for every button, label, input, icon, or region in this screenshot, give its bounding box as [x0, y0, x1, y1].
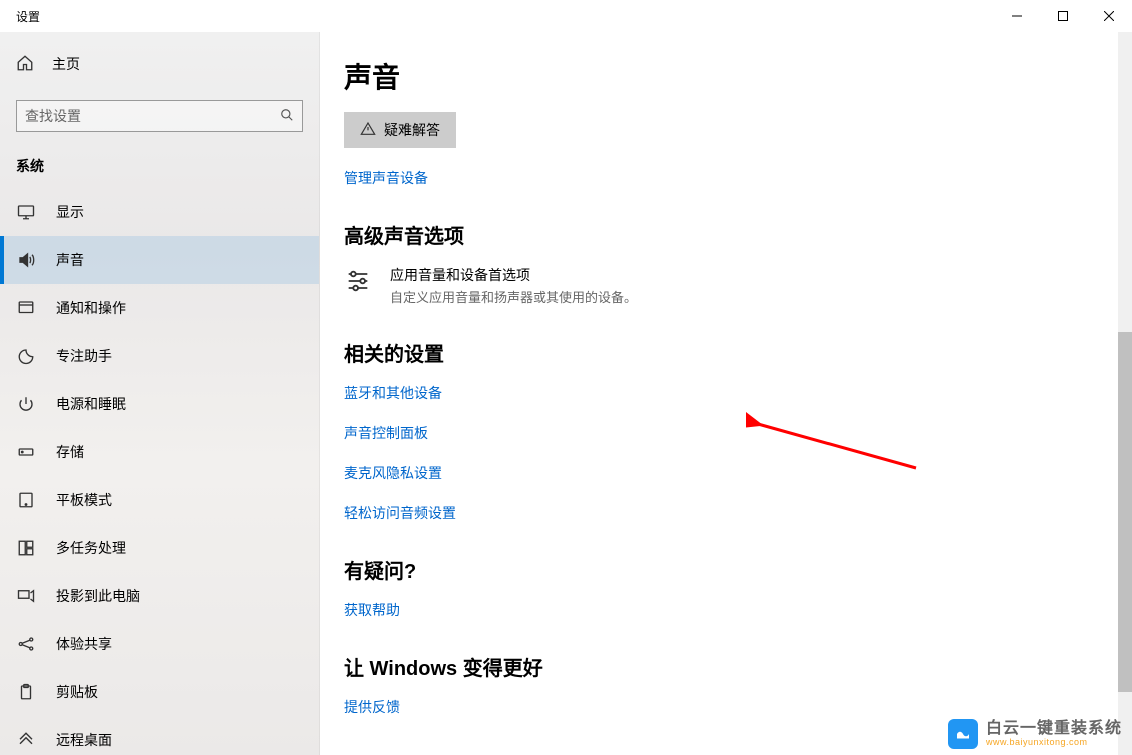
get-help-link[interactable]: 获取帮助: [344, 600, 1092, 620]
warning-icon: [360, 121, 376, 140]
sidebar-item-label: 体验共享: [56, 634, 112, 654]
window-title: 设置: [16, 8, 40, 25]
sidebar-item-label: 显示: [56, 202, 84, 222]
remote-icon: [16, 731, 36, 749]
sidebar-home[interactable]: 主页: [0, 40, 319, 88]
sidebar-item-display[interactable]: 显示: [0, 188, 319, 236]
sidebar-item-clipboard[interactable]: 剪贴板: [0, 668, 319, 716]
watermark-main: 白云一键重装系统: [986, 720, 1122, 738]
advanced-heading: 高级声音选项: [344, 220, 1092, 249]
sidebar-item-label: 通知和操作: [56, 298, 126, 318]
sidebar-item-label: 多任务处理: [56, 538, 126, 558]
ease-audio-link[interactable]: 轻松访问音频设置: [344, 503, 1092, 523]
focus-icon: [16, 347, 36, 365]
minimize-button[interactable]: [994, 0, 1040, 32]
sidebar-item-notifications[interactable]: 通知和操作: [0, 284, 319, 332]
sidebar: 主页 系统 显示 声音 通知和操作 专注助手 电源和睡眠: [0, 32, 320, 755]
questions-heading: 有疑问?: [344, 555, 1092, 584]
sound-icon: [16, 251, 36, 269]
search-input[interactable]: [25, 108, 280, 124]
sidebar-item-storage[interactable]: 存储: [0, 428, 319, 476]
home-icon: [16, 54, 36, 75]
sidebar-item-label: 剪贴板: [56, 682, 98, 702]
sidebar-item-label: 专注助手: [56, 346, 112, 366]
window-controls: [994, 0, 1132, 32]
sidebar-category: 系统: [0, 148, 319, 188]
sidebar-item-label: 投影到此电脑: [56, 586, 140, 606]
tablet-icon: [16, 491, 36, 509]
sidebar-item-power[interactable]: 电源和睡眠: [0, 380, 319, 428]
power-icon: [16, 395, 36, 413]
watermark-sub: www.baiyunxitong.com: [986, 738, 1122, 748]
main-content: 声音 疑难解答 管理声音设备 高级声音选项 应用音量和设备首选项 自定义应用音量…: [320, 32, 1132, 755]
close-button[interactable]: [1086, 0, 1132, 32]
watermark-logo-icon: [948, 719, 978, 749]
sidebar-item-shared[interactable]: 体验共享: [0, 620, 319, 668]
watermark: 白云一键重装系统 www.baiyunxitong.com: [948, 719, 1122, 749]
titlebar: 设置: [0, 0, 1132, 32]
sidebar-item-label: 声音: [56, 250, 84, 270]
improve-heading: 让 Windows 变得更好: [344, 652, 1092, 681]
display-icon: [16, 203, 36, 221]
feedback-link[interactable]: 提供反馈: [344, 697, 1092, 717]
watermark-text: 白云一键重装系统 www.baiyunxitong.com: [986, 720, 1122, 747]
sidebar-item-sound[interactable]: 声音: [0, 236, 319, 284]
scrollbar-track[interactable]: [1118, 32, 1132, 755]
multitask-icon: [16, 539, 36, 557]
notifications-icon: [16, 299, 36, 317]
shared-icon: [16, 635, 36, 653]
sidebar-item-label: 存储: [56, 442, 84, 462]
sidebar-item-label: 平板模式: [56, 490, 112, 510]
maximize-button[interactable]: [1040, 0, 1086, 32]
sliders-icon: [344, 267, 376, 298]
option-text: 应用音量和设备首选项 自定义应用音量和扬声器或其使用的设备。: [390, 265, 637, 306]
scrollbar-thumb[interactable]: [1118, 332, 1132, 692]
sidebar-item-remote[interactable]: 远程桌面: [0, 716, 319, 755]
sidebar-home-label: 主页: [52, 54, 80, 74]
manage-sound-devices-link[interactable]: 管理声音设备: [344, 168, 1092, 188]
troubleshoot-button[interactable]: 疑难解答: [344, 112, 456, 148]
app-volume-option[interactable]: 应用音量和设备首选项 自定义应用音量和扬声器或其使用的设备。: [344, 265, 1092, 306]
storage-icon: [16, 443, 36, 461]
related-heading: 相关的设置: [344, 338, 1092, 367]
sidebar-item-project[interactable]: 投影到此电脑: [0, 572, 319, 620]
sound-control-panel-link[interactable]: 声音控制面板: [344, 423, 1092, 443]
app-volume-title: 应用音量和设备首选项: [390, 265, 637, 285]
sidebar-item-label: 电源和睡眠: [56, 394, 126, 414]
sidebar-item-label: 远程桌面: [56, 730, 112, 750]
related-links: 蓝牙和其他设备 声音控制面板 麦克风隐私设置 轻松访问音频设置: [344, 383, 1092, 523]
sidebar-item-focus[interactable]: 专注助手: [0, 332, 319, 380]
bluetooth-link[interactable]: 蓝牙和其他设备: [344, 383, 1092, 403]
minimize-icon: [1012, 11, 1022, 21]
search-box[interactable]: [16, 100, 303, 132]
app-volume-desc: 自定义应用音量和扬声器或其使用的设备。: [390, 287, 637, 306]
mic-privacy-link[interactable]: 麦克风隐私设置: [344, 463, 1092, 483]
close-icon: [1104, 11, 1114, 21]
maximize-icon: [1058, 11, 1068, 21]
clipboard-icon: [16, 683, 36, 701]
troubleshoot-label: 疑难解答: [384, 120, 440, 140]
sidebar-item-multitask[interactable]: 多任务处理: [0, 524, 319, 572]
page-title: 声音: [344, 56, 1092, 96]
sidebar-item-tablet[interactable]: 平板模式: [0, 476, 319, 524]
project-icon: [16, 587, 36, 605]
search-icon: [280, 108, 294, 125]
